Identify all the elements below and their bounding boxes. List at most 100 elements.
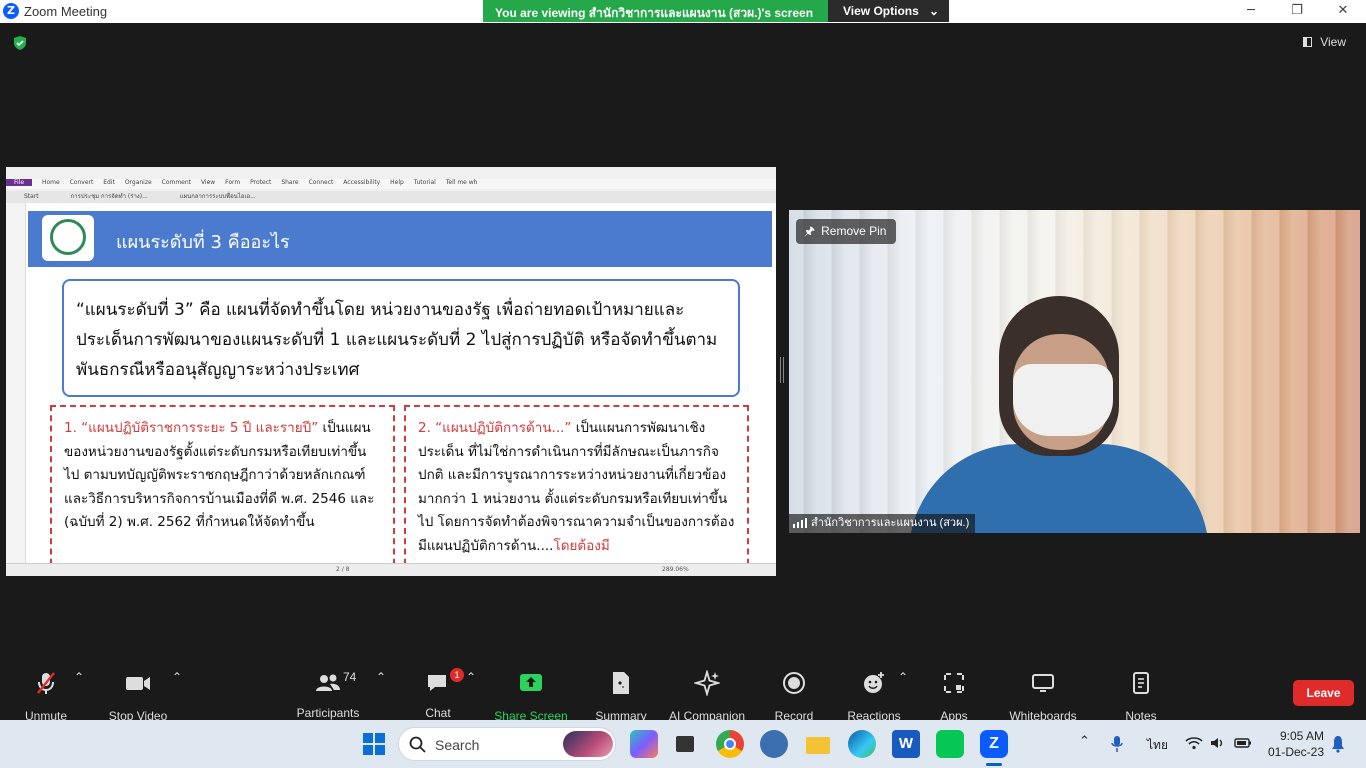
- pdf-menu-convert: Convert: [69, 179, 94, 186]
- pdf-menu-comment: Comment: [161, 179, 192, 186]
- line-icon[interactable]: [936, 730, 964, 758]
- word-icon[interactable]: W: [892, 730, 920, 758]
- muted-microphone-icon: [37, 672, 55, 694]
- search-icon: [409, 736, 426, 753]
- system-clock[interactable]: 9:05 AM 01-Dec-23: [1262, 728, 1324, 760]
- chat-bubble-icon: [428, 675, 446, 691]
- participants-label: Participants: [296, 706, 360, 720]
- participants-button[interactable]: 74 Participants: [295, 670, 361, 720]
- slide-column-2: 2. “แผนปฏิบัติการด้าน...” เป็นแผนการพัฒน…: [404, 405, 749, 563]
- battery-icon[interactable]: [1234, 737, 1252, 749]
- tray-microphone-icon[interactable]: [1110, 735, 1124, 753]
- record-icon: [783, 672, 805, 694]
- video-options-caret[interactable]: ⌃: [172, 670, 182, 684]
- reactions-button[interactable]: Reactions: [846, 670, 902, 723]
- minimize-button[interactable]: ─: [1228, 0, 1274, 23]
- split-view-handle[interactable]: [780, 357, 784, 383]
- zoom-active-indicator: [986, 763, 1002, 766]
- restore-button[interactable]: ❐: [1274, 0, 1320, 23]
- video-camera-icon: [126, 677, 150, 690]
- pdf-menu-accessibility: Accessibility: [343, 179, 381, 186]
- leave-button[interactable]: Leave: [1293, 680, 1354, 706]
- file-explorer-icon[interactable]: [804, 730, 832, 758]
- search-highlight-image: [563, 731, 613, 757]
- pdf-tab-start: Start: [24, 193, 39, 200]
- slide-page: แผนระดับที่ 3 คืออะไร “แผนระดับที่ 3” คื…: [28, 211, 772, 563]
- taskbar-search-box[interactable]: Search: [398, 727, 616, 761]
- slide-definition: “แผนระดับที่ 3” คือ แผนที่จัดทำขึ้นโดย ห…: [62, 279, 740, 397]
- close-button[interactable]: ✕: [1320, 0, 1366, 23]
- slide-heading: แผนระดับที่ 3 คืออะไร: [116, 232, 290, 253]
- clock-date: 01-Dec-23: [1267, 745, 1324, 759]
- security-shield-icon[interactable]: [12, 35, 28, 51]
- slide-column-1-text: เป็นแผนของหน่วยงานของรัฐตั้งแต่ระดับกรมห…: [64, 420, 375, 530]
- view-options-label: View Options: [843, 4, 919, 18]
- pin-icon: 🖈: [804, 224, 816, 238]
- zoom-taskbar-icon[interactable]: Z: [980, 730, 1008, 758]
- pdf-menu-edit: Edit: [103, 179, 115, 186]
- share-screen-icon: [520, 674, 542, 691]
- whiteboard-icon: [1032, 674, 1054, 692]
- window-title: Zoom Meeting: [24, 4, 108, 19]
- summary-button[interactable]: Summary: [592, 670, 650, 723]
- view-label: View: [1320, 35, 1346, 49]
- pdf-page-indicator: 2 / 8: [336, 566, 350, 573]
- pdf-tab-document-2: แผนกลาการระบบพื่อนไอเอ...: [179, 193, 256, 200]
- pdf-menu-view: View: [200, 179, 216, 186]
- participants-icon: [316, 674, 340, 691]
- participant-name: สำนักวิชาการและแผนงาน (สวผ.): [811, 517, 970, 529]
- tray-overflow-chevron-icon[interactable]: ⌃: [1079, 733, 1090, 749]
- chat-button[interactable]: 1 Chat: [420, 668, 464, 720]
- task-view-icon[interactable]: [672, 730, 700, 758]
- chrome-icon[interactable]: [716, 730, 744, 758]
- pdf-zoom-level: 289.06%: [662, 566, 689, 573]
- pdf-menu-file: File: [6, 179, 33, 186]
- audio-options-caret[interactable]: ⌃: [74, 670, 84, 684]
- remove-pin-button[interactable]: 🖈 Remove Pin: [796, 219, 897, 244]
- record-button[interactable]: Record: [772, 670, 816, 723]
- pdf-menu-tell-me: Tell me wh: [445, 179, 478, 186]
- stop-video-button[interactable]: Stop Video: [106, 670, 170, 723]
- network-globe-icon[interactable]: [760, 730, 788, 758]
- reactions-options-caret[interactable]: ⌃: [898, 670, 908, 684]
- input-language[interactable]: ไทย: [1147, 736, 1168, 755]
- windows-start-icon[interactable]: [360, 730, 388, 758]
- windows-taskbar: Search W Z ⌃ ไทย 9:05 AM 01-Dec-23: [0, 720, 1366, 768]
- pdf-menu-connect: Connect: [308, 179, 334, 186]
- volume-icon[interactable]: [1210, 736, 1226, 750]
- zoom-logo-icon: Z: [3, 3, 19, 19]
- chat-options-caret[interactable]: ⌃: [466, 670, 476, 684]
- pdf-menu-share: Share: [281, 179, 299, 186]
- apps-grid-icon: [944, 673, 964, 693]
- notification-bell-icon[interactable]: [1331, 735, 1345, 753]
- copilot-icon[interactable]: [630, 730, 658, 758]
- pdf-menu-form: Form: [225, 179, 241, 186]
- slide-column-2-title: 2. “แผนปฏิบัติการด้าน...”: [418, 420, 572, 436]
- clock-time: 9:05 AM: [1279, 729, 1324, 743]
- view-options-button[interactable]: View Options ⌄: [828, 0, 949, 22]
- participant-video[interactable]: [789, 210, 1360, 533]
- unmute-button[interactable]: Unmute: [20, 670, 72, 723]
- pdf-sidebar: [6, 203, 26, 576]
- meeting-toolbar: Unmute ⌃ Stop Video ⌃ 74 Participants ⌃ …: [0, 664, 1366, 723]
- ai-companion-button[interactable]: AI Companion: [667, 668, 747, 723]
- pdf-menu-bar: File Home Convert Edit Organize Comment …: [6, 179, 776, 189]
- apps-button[interactable]: Apps: [936, 670, 972, 723]
- notes-button[interactable]: Notes: [1122, 670, 1160, 723]
- chevron-down-icon: ⌄: [928, 4, 939, 18]
- view-button[interactable]: View: [1302, 35, 1346, 49]
- participant-name-tag: สำนักวิชาการและแผนงาน (สวผ.): [789, 514, 976, 533]
- participant-person: [909, 294, 1209, 533]
- edge-icon[interactable]: [848, 730, 876, 758]
- pdf-menu-organize: Organize: [124, 179, 152, 186]
- share-banner-message: You are viewing สำนักวิชาการและแผนงาน (ส…: [495, 6, 814, 20]
- participants-options-caret[interactable]: ⌃: [376, 670, 386, 684]
- pdf-menu-home: Home: [41, 179, 60, 186]
- whiteboards-button[interactable]: Whiteboards: [1006, 670, 1080, 723]
- wifi-icon[interactable]: [1185, 736, 1203, 750]
- share-screen-button[interactable]: Share Screen: [494, 670, 568, 723]
- participants-count: 74: [343, 670, 357, 684]
- shared-screen: File Home Convert Edit Organize Comment …: [6, 167, 776, 576]
- slide-column-2-tail: โดยต้องมี: [553, 537, 610, 554]
- pdf-tab-bar: Start การประชุม การจัดทำ (ร่าง)... แผนกล…: [6, 191, 776, 203]
